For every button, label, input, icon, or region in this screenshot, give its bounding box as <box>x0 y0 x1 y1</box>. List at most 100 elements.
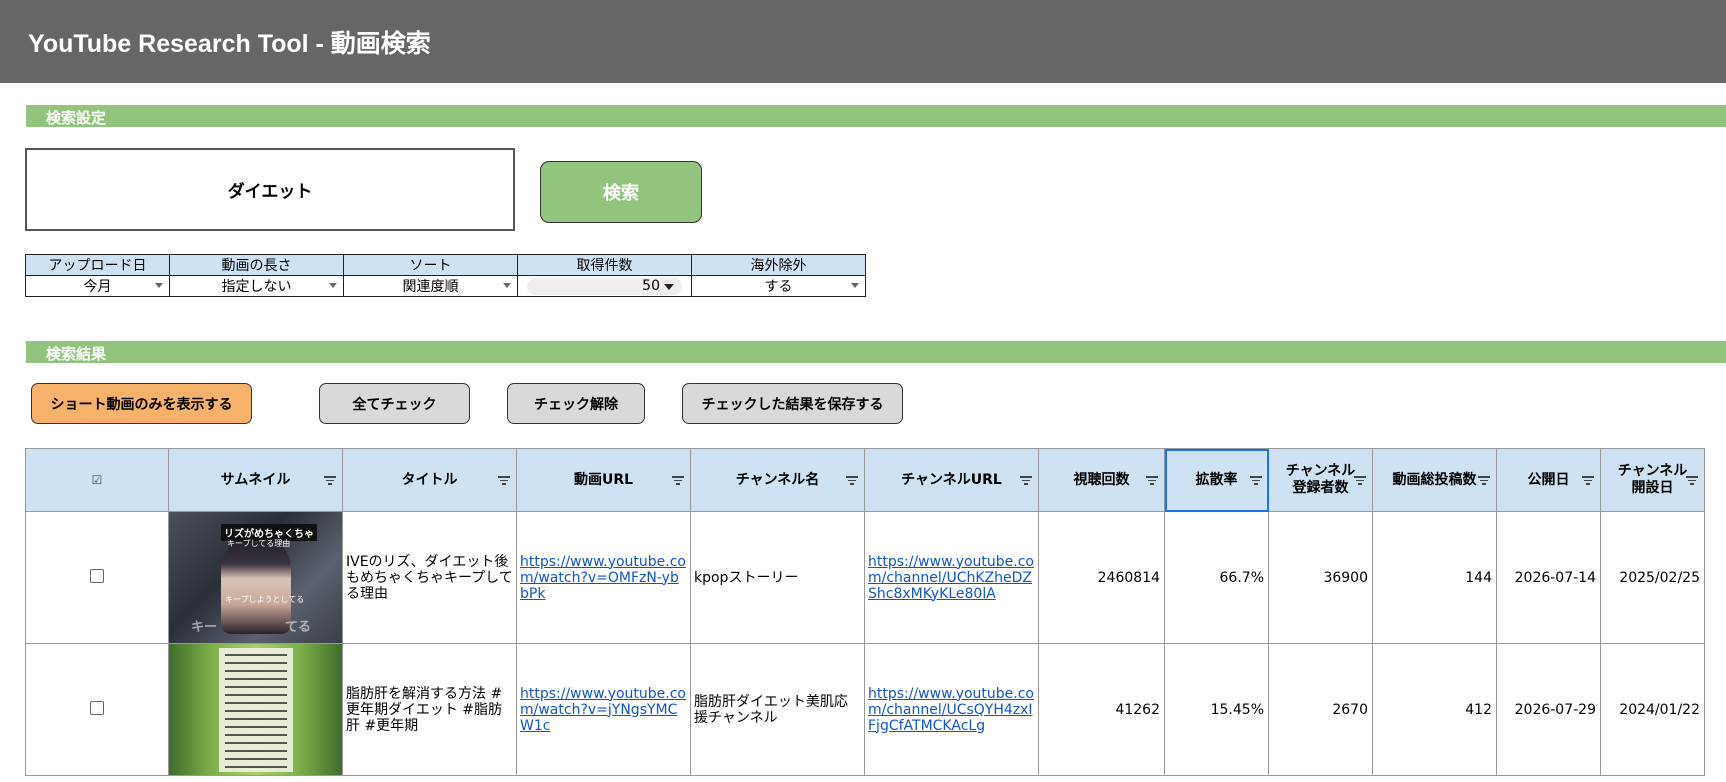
channel-created-cell: 2024/01/22 <box>1600 643 1705 776</box>
option-header-sort: ソート <box>343 254 518 276</box>
header-check[interactable]: ☑ <box>25 448 169 512</box>
header-subscribers-label: チャンネル 登録者数 <box>1285 463 1356 496</box>
channel-created-cell: 2025/02/25 <box>1600 511 1705 644</box>
search-results-section: 検索結果 <box>26 341 1726 363</box>
table-row: 脂肪肝を解消する方法 #更年期ダイエット #脂肪肝 #更年期 https://w… <box>25 643 1705 776</box>
header-title-label: タイトル <box>401 471 458 488</box>
header-thumbnail-label: サムネイル <box>220 471 291 488</box>
exclude-overseas-select[interactable]: する <box>691 275 866 297</box>
filter-icon[interactable] <box>846 476 858 485</box>
dropdown-arrow-icon <box>155 283 163 288</box>
header-video-url[interactable]: 動画URL <box>516 448 691 512</box>
channel-name-cell: 脂肪肝ダイエット美肌応援チャンネル <box>690 643 865 776</box>
app-title: YouTube Research Tool - 動画検索 <box>28 30 431 58</box>
upload-date-select[interactable]: 今月 <box>25 275 170 297</box>
search-settings-label: 検索設定 <box>46 109 107 127</box>
dropdown-arrow-icon <box>851 283 859 288</box>
row-checkbox-cell[interactable] <box>25 643 169 776</box>
search-keyword-input[interactable]: ダイエット <box>25 148 515 231</box>
thumbnail-person <box>221 534 291 634</box>
count-chip[interactable]: 50 <box>527 278 682 295</box>
search-button[interactable]: 検索 <box>540 161 702 223</box>
views-cell: 2460814 <box>1038 511 1165 644</box>
row-checkbox[interactable] <box>90 568 104 583</box>
filter-icon[interactable] <box>498 476 510 485</box>
header-subscribers[interactable]: チャンネル 登録者数 <box>1268 448 1373 512</box>
header-channel-name[interactable]: チャンネル名 <box>690 448 865 512</box>
header-total-videos[interactable]: 動画総投稿数 <box>1372 448 1497 512</box>
option-header-count: 取得件数 <box>517 254 692 276</box>
header-channel-url[interactable]: チャンネルURL <box>864 448 1039 512</box>
sort-select[interactable]: 関連度順 <box>343 275 518 297</box>
title-cell: 脂肪肝を解消する方法 #更年期ダイエット #脂肪肝 #更年期 <box>342 643 517 776</box>
option-header-exclude-overseas: 海外除外 <box>691 254 866 276</box>
search-settings-section: 検索設定 <box>26 105 1726 127</box>
uncheck-button[interactable]: チェック解除 <box>507 383 645 424</box>
filter-icon[interactable] <box>1686 476 1698 485</box>
header-video-url-label: 動画URL <box>573 471 634 488</box>
filter-icon[interactable] <box>672 476 684 485</box>
video-url-link[interactable]: https://www.youtube.com/watch?v=jYNgsYMC… <box>520 686 686 734</box>
header-published-label: 公開日 <box>1527 471 1570 488</box>
header-title[interactable]: タイトル <box>342 448 517 512</box>
header-total-videos-label: 動画総投稿数 <box>1392 471 1477 488</box>
video-thumbnail <box>169 644 342 775</box>
thumbnail-text-card <box>219 648 293 772</box>
spread-rate-cell: 15.45% <box>1164 643 1269 776</box>
video-url-cell: https://www.youtube.com/watch?v=OMFzN-yb… <box>516 511 691 644</box>
filter-icon[interactable] <box>1582 476 1594 485</box>
video-url-link[interactable]: https://www.youtube.com/watch?v=OMFzN-yb… <box>520 554 686 602</box>
header-published[interactable]: 公開日 <box>1496 448 1601 512</box>
thumbnail-caption: キー <box>191 620 218 635</box>
thumbnail-caption: てる <box>285 620 312 635</box>
channel-url-link[interactable]: https://www.youtube.com/channel/UCsQYH4z… <box>868 686 1034 734</box>
published-cell: 2026-07-29 <box>1496 643 1601 776</box>
option-header-duration: 動画の長さ <box>169 254 344 276</box>
count-value: 50 <box>642 278 660 294</box>
row-checkbox-cell[interactable] <box>25 511 169 644</box>
header-channel-created[interactable]: チャンネル 開設日 <box>1600 448 1705 512</box>
header-channel-name-label: チャンネル名 <box>735 471 820 488</box>
thumbnail-caption: キープしようとしてる <box>225 595 305 604</box>
check-all-button[interactable]: 全てチェック <box>319 383 470 424</box>
save-checked-button[interactable]: チェックした結果を保存する <box>682 383 903 424</box>
thumbnail-caption: キープしてる理由 <box>227 539 291 548</box>
thumbnail-cell: リズがめちゃくちゃ キープしてる理由 キープしようとしてる キー てる <box>168 511 343 644</box>
filter-icon[interactable] <box>1478 476 1490 485</box>
channel-name-cell: kpopストーリー <box>690 511 865 644</box>
search-options-table: アップロード日 動画の長さ ソート 取得件数 海外除外 今月 指定しない 関連度… <box>25 254 866 297</box>
subscribers-cell: 36900 <box>1268 511 1373 644</box>
filter-icon[interactable] <box>1250 476 1262 485</box>
channel-url-cell: https://www.youtube.com/channel/UCsQYH4z… <box>864 643 1039 776</box>
channel-url-link[interactable]: https://www.youtube.com/channel/UChKZheD… <box>868 554 1034 602</box>
video-thumbnail: リズがめちゃくちゃ キープしてる理由 キープしようとしてる キー てる <box>169 512 342 643</box>
filter-icon[interactable] <box>324 476 336 485</box>
header-channel-created-label: チャンネル 開設日 <box>1617 463 1688 496</box>
header-views[interactable]: 視聴回数 <box>1038 448 1165 512</box>
row-checkbox[interactable] <box>90 700 104 715</box>
dropdown-arrow-icon <box>503 283 511 288</box>
table-row: リズがめちゃくちゃ キープしてる理由 キープしようとしてる キー てる IVEの… <box>25 511 1705 644</box>
header-thumbnail[interactable]: サムネイル <box>168 448 343 512</box>
header-views-label: 視聴回数 <box>1073 471 1130 488</box>
upload-date-value: 今月 <box>83 279 112 295</box>
views-cell: 41262 <box>1038 643 1165 776</box>
filter-icon[interactable] <box>1354 476 1366 485</box>
duration-value: 指定しない <box>221 279 292 295</box>
count-select[interactable]: 50 <box>517 275 692 297</box>
header-check-icon: ☑ <box>91 472 103 487</box>
subscribers-cell: 2670 <box>1268 643 1373 776</box>
title-cell: IVEのリズ、ダイエット後もめちゃくちゃキープしてる理由 <box>342 511 517 644</box>
video-url-cell: https://www.youtube.com/watch?v=jYNgsYMC… <box>516 643 691 776</box>
filter-icon[interactable] <box>1146 476 1158 485</box>
header-spread-rate[interactable]: 拡散率 <box>1164 448 1269 512</box>
header-channel-url-label: チャンネルURL <box>901 471 1002 488</box>
search-results-label: 検索結果 <box>46 345 107 363</box>
thumbnail-cell <box>168 643 343 776</box>
published-cell: 2026-07-14 <box>1496 511 1601 644</box>
shorts-only-button[interactable]: ショート動画のみを表示する <box>31 383 252 424</box>
chip-dropdown-arrow-icon <box>664 284 674 290</box>
filter-icon[interactable] <box>1020 476 1032 485</box>
channel-url-cell: https://www.youtube.com/channel/UChKZheD… <box>864 511 1039 644</box>
duration-select[interactable]: 指定しない <box>169 275 344 297</box>
